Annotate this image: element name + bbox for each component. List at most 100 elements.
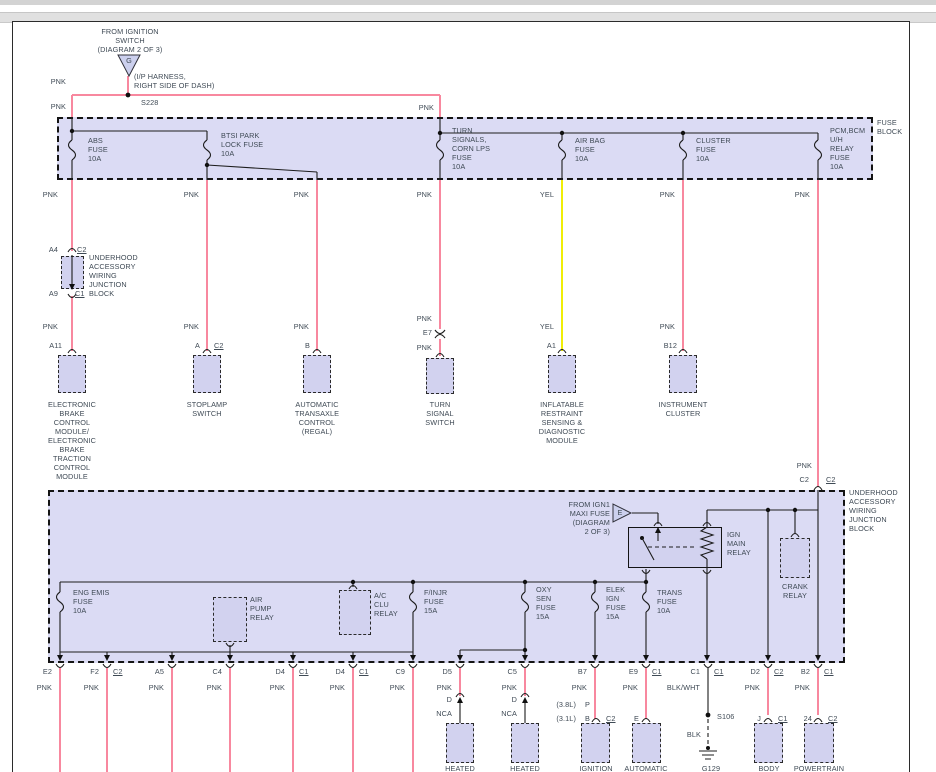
fuse-block-label: FUSE BLOCK (877, 118, 902, 136)
conn-d5: D5 (442, 667, 452, 676)
pnk-entry: PNK (797, 461, 812, 470)
blk-wire: BLK (687, 730, 701, 739)
air-pump-relay-box (213, 597, 247, 642)
conn-b2: B2 (801, 667, 810, 676)
conn-d2-c2: C2 (774, 667, 784, 676)
pnk-r1-1: PNK (43, 190, 58, 199)
crank-relay-label: CRANK RELAY (782, 582, 808, 600)
air-pump-relay-label: AIR PUMP RELAY (250, 595, 274, 622)
pnk-top-3: PNK (419, 103, 434, 112)
pin-c1-body: C1 (778, 714, 788, 723)
ign-main-relay-box (628, 527, 722, 568)
body-label: BODY (758, 764, 779, 772)
yel-r2: YEL (540, 322, 554, 331)
btsi-fuse-label: BTSI PARK LOCK FUSE 10A (221, 131, 263, 158)
heated-box-2 (511, 723, 539, 763)
conn-d4b: D4 (335, 667, 345, 676)
conn-d2: D2 (750, 667, 760, 676)
heated-box-1 (446, 723, 474, 763)
turn-fuse-label: TURN SIGNALS, CORN LPS FUSE 10A (452, 126, 490, 171)
pnk-b6: PNK (330, 683, 345, 692)
pnk-r2-2: PNK (184, 322, 199, 331)
from-ign1-maxi-fuse: FROM IGN1 MAXI FUSE (DIAGRAM 2 OF 3) (569, 500, 610, 536)
conn-e9-c1: C1 (652, 667, 662, 676)
automatic-box (632, 723, 661, 763)
pnk-b2: PNK (84, 683, 99, 692)
conn-f2: F2 (90, 667, 99, 676)
pnk-b12: PNK (745, 683, 760, 692)
stoplamp-switch-box (193, 355, 221, 393)
pnk-r2-3: PNK (294, 322, 309, 331)
blk-wht: BLK/WHT (667, 683, 700, 692)
pin-e-auto: E (634, 714, 639, 723)
pin-a11: A11 (49, 341, 62, 350)
s106-splice: S106 (717, 712, 734, 721)
ign-main-relay-label: IGN MAIN RELAY (727, 530, 751, 557)
pin-c1-jb-bot: C1 (75, 289, 85, 298)
conn-f2-c2: C2 (113, 667, 123, 676)
ip-harness-note: (I/P HARNESS, RIGHT SIDE OF DASH) (134, 72, 214, 90)
pin-a1-sdm: A1 (547, 341, 556, 350)
conn-a5: A5 (155, 667, 164, 676)
conn-b7: B7 (578, 667, 587, 676)
conn-c5: C5 (507, 667, 517, 676)
conn-c9: C9 (395, 667, 405, 676)
g-connector-letter: G (126, 56, 132, 65)
engine-31l: (3.1L) (556, 714, 576, 723)
conn-c4: C4 (212, 667, 222, 676)
underhood-junction-big-box (48, 490, 845, 663)
automatic-label: AUTOMATIC (624, 764, 667, 772)
pnk-r2-4: PNK (417, 314, 432, 323)
instrument-cluster-box (669, 355, 697, 393)
pnk-r2-1: PNK (43, 322, 58, 331)
pnk-b13: PNK (795, 683, 810, 692)
conn-b2-c1: C1 (824, 667, 834, 676)
window-top-strip (0, 0, 936, 5)
powertrain-label: POWERTRAIN (794, 764, 844, 772)
pin-c2-entry-a: C2 (799, 475, 809, 484)
pin-24-pt: 24 (804, 714, 812, 723)
transaxle-control-box (303, 355, 331, 393)
sdm-box (548, 355, 576, 393)
ebcm-label: ELECTRONIC BRAKE CONTROL MODULE/ ELECTRO… (48, 400, 96, 481)
pin-a4: A4 (49, 245, 58, 254)
pin-c2-entry-b: C2 (826, 475, 836, 484)
pnk-b5: PNK (270, 683, 285, 692)
pin-c2-pt: C2 (828, 714, 838, 723)
heated-label-1: HEATED (445, 764, 475, 772)
wiring-diagram-page: FROM IGNITION SWITCH (DIAGRAM 2 OF 3)GPN… (0, 0, 936, 772)
pnk-r2-5: PNK (417, 343, 432, 352)
ac-clu-relay-box (339, 590, 371, 635)
pin-e7: E7 (423, 328, 432, 337)
pnk-b8: PNK (437, 683, 452, 692)
pin-b12-cluster: B12 (664, 341, 677, 350)
crank-relay-box (780, 538, 810, 578)
underhood-junction-big-label: UNDERHOOD ACCESSORY WIRING JUNCTION BLOC… (849, 488, 898, 533)
pnk-b11: PNK (623, 683, 638, 692)
pin-b-ign: B (585, 714, 590, 723)
conn-c1: C1 (690, 667, 700, 676)
pin-c2-ign: C2 (606, 714, 616, 723)
pin-b-transaxle: B (305, 341, 310, 350)
pnk-b7: PNK (390, 683, 405, 692)
pin-a-stoplamp: A (195, 341, 200, 350)
pnk-r2-6: PNK (660, 322, 675, 331)
pnk-r1-2: PNK (184, 190, 199, 199)
stoplamp-label: STOPLAMP SWITCH (187, 400, 227, 418)
body-box (754, 723, 783, 763)
powertrain-box (804, 723, 834, 763)
cluster-fuse-label: CLUSTER FUSE 10A (696, 136, 731, 163)
conn-d4a-c1: C1 (299, 667, 309, 676)
sdm-label: INFLATABLE RESTRAINT SENSING & DIAGNOSTI… (539, 400, 585, 445)
finjr-fuse-label: F/INJR FUSE 15A (424, 588, 447, 615)
pnk-top-1: PNK (51, 77, 66, 86)
pnk-b4: PNK (207, 683, 222, 692)
pin-j-body: J (757, 714, 761, 723)
pnk-b9: PNK (502, 683, 517, 692)
pin-c2-jb-top: C2 (77, 245, 87, 254)
conn-c1-c1: C1 (714, 667, 724, 676)
ignition-label: IGNITION (579, 764, 612, 772)
pnk-r1-6: PNK (795, 190, 810, 199)
conn-d-2: D (512, 695, 517, 704)
conn-d-1: D (447, 695, 452, 704)
